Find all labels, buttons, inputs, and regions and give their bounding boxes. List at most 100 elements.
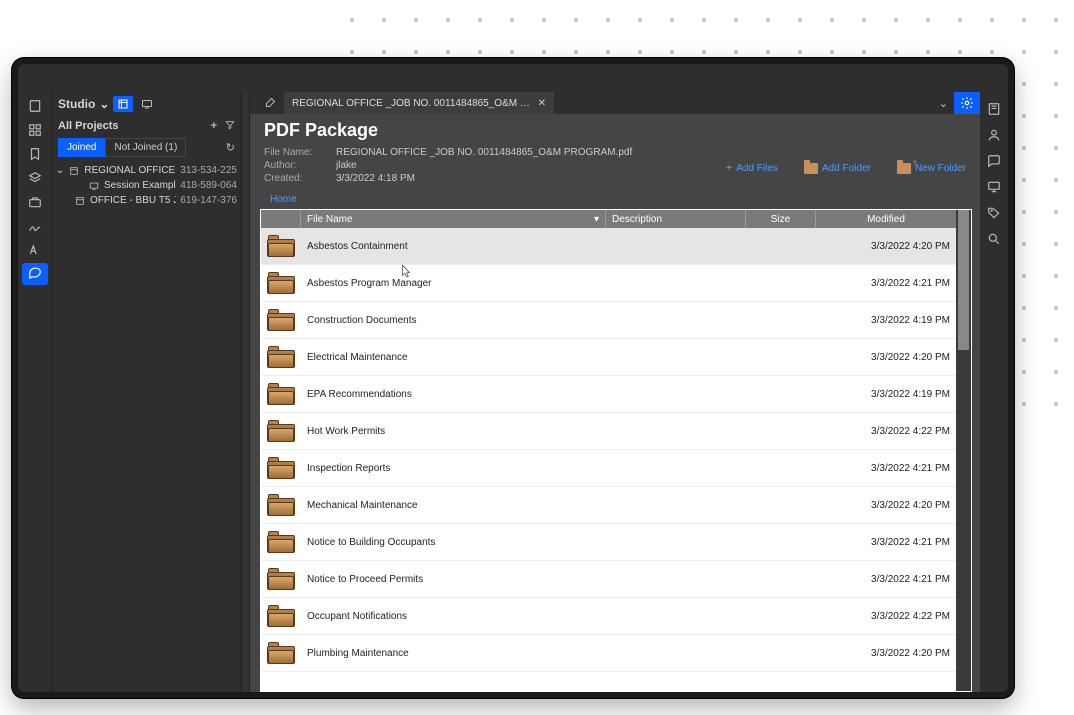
folder-icon xyxy=(267,420,295,442)
signatures-icon[interactable] xyxy=(22,215,48,237)
file-row[interactable]: Hot Work Permits 3/3/2022 4:22 PM xyxy=(261,413,956,450)
author-label: Author: xyxy=(264,160,318,171)
folder-icon xyxy=(267,235,295,257)
projects-mode-icon[interactable] xyxy=(113,96,133,112)
file-row[interactable]: Asbestos Program Manager 3/3/2022 4:21 PM xyxy=(261,265,956,302)
toolchest-icon[interactable] xyxy=(22,191,48,213)
created-label: Created: xyxy=(264,173,318,184)
brush-icon[interactable] xyxy=(256,97,284,109)
header-filename[interactable]: File Name▾ xyxy=(301,210,606,228)
file-modified: 3/3/2022 4:21 PM xyxy=(816,463,956,474)
file-name: Inspection Reports xyxy=(301,463,606,474)
app-window: Studio ⌄ All Projects + Joined Not Joine… xyxy=(12,58,1014,698)
user-icon[interactable] xyxy=(983,124,1005,146)
tag-icon[interactable] xyxy=(983,202,1005,224)
project-tree: ⌄REGIONAL OFFICE TER...313-534-225Sessio… xyxy=(52,159,241,692)
file-modified: 3/3/2022 4:19 PM xyxy=(816,389,956,400)
add-folder-button[interactable]: Add Folder xyxy=(804,163,871,174)
file-modified: 3/3/2022 4:21 PM xyxy=(816,278,956,289)
file-row[interactable]: Notice to Proceed Permits3/3/2022 4:21 P… xyxy=(261,561,956,598)
file-name: Asbestos Containment xyxy=(301,241,606,252)
tree-item[interactable]: ⌄REGIONAL OFFICE TER...313-534-225 xyxy=(52,163,241,178)
studio-icon[interactable] xyxy=(22,263,48,285)
file-name: Notice to Building Occupants xyxy=(301,537,606,548)
page-title: PDF Package xyxy=(264,120,966,141)
file-access-icon[interactable] xyxy=(22,95,48,117)
studio-dropdown[interactable]: Studio ⌄ xyxy=(52,92,241,116)
comment-icon[interactable] xyxy=(983,150,1005,172)
file-list: File Name▾ Description Size Modified Asb… xyxy=(260,209,972,692)
document-tab[interactable]: REGIONAL OFFICE _JOB NO. 0011484865_O&M … xyxy=(284,92,554,114)
file-modified: 3/3/2022 4:19 PM xyxy=(816,315,956,326)
file-name: Hot Work Permits xyxy=(301,426,606,437)
header-description[interactable]: Description xyxy=(606,210,746,228)
search-icon[interactable] xyxy=(983,228,1005,250)
breadcrumb-home[interactable]: Home xyxy=(270,194,297,205)
tree-item[interactable]: Session Example418-589-064 xyxy=(52,178,241,193)
tree-icon xyxy=(88,181,100,191)
file-name: EPA Recommendations xyxy=(301,389,606,400)
sort-caret-icon: ▾ xyxy=(594,214,599,225)
sessions-mode-icon[interactable] xyxy=(137,96,157,112)
header-size[interactable]: Size xyxy=(746,210,816,228)
add-files-button[interactable]: +Add Files xyxy=(726,163,778,174)
scrollbar[interactable] xyxy=(956,210,971,691)
file-row[interactable]: Notice to Building Occupants 3/3/2022 4:2… xyxy=(261,524,956,561)
file-row[interactable]: Electrical Maintenance3/3/2022 4:20 PM xyxy=(261,339,956,376)
tree-code: 313-534-225 xyxy=(180,165,237,176)
created-value: 3/3/2022 4:18 PM xyxy=(336,173,415,184)
thumbnails-icon[interactable] xyxy=(22,119,48,141)
file-row[interactable]: Asbestos Containment3/3/2022 4:20 PM xyxy=(261,228,956,265)
studio-panel: Studio ⌄ All Projects + Joined Not Joine… xyxy=(52,92,242,692)
filter-icon[interactable] xyxy=(225,120,235,132)
screen-icon[interactable] xyxy=(983,176,1005,198)
file-list-header: File Name▾ Description Size Modified xyxy=(261,210,956,228)
folder-icon xyxy=(267,309,295,331)
bookmarks-icon[interactable] xyxy=(22,143,48,165)
new-folder-button[interactable]: New Folder xyxy=(897,163,966,174)
left-icon-rail xyxy=(18,92,52,692)
file-modified: 3/3/2022 4:21 PM xyxy=(816,537,956,548)
refresh-icon[interactable]: ↻ xyxy=(226,141,235,154)
expand-icon[interactable]: ⌄ xyxy=(56,165,64,176)
header-modified[interactable]: Modified xyxy=(816,210,956,228)
filename-value: REGIONAL OFFICE _JOB NO. 0011484865_O&M … xyxy=(336,147,632,158)
file-row[interactable]: Construction Documents3/3/2022 4:19 PM xyxy=(261,302,956,339)
file-row[interactable]: Inspection Reports 3/3/2022 4:21 PM xyxy=(261,450,956,487)
close-icon[interactable]: ✕ xyxy=(538,98,546,109)
plus-icon: + xyxy=(726,163,732,174)
file-row[interactable]: EPA Recommendations 3/3/2022 4:19 PM xyxy=(261,376,956,413)
file-name: Asbestos Program Manager xyxy=(301,278,606,289)
tree-icon xyxy=(68,166,80,176)
scrollbar-thumb[interactable] xyxy=(958,210,969,350)
settings-button[interactable] xyxy=(954,92,980,114)
tree-item[interactable]: OFFICE - BBU T5 Job No...619-147-376 xyxy=(52,193,241,208)
properties-icon[interactable] xyxy=(983,98,1005,120)
file-modified: 3/3/2022 4:22 PM xyxy=(816,426,956,437)
folder-icon xyxy=(267,383,295,405)
panel-title: All Projects xyxy=(58,120,119,132)
tab-overflow-icon[interactable]: ⌄ xyxy=(933,97,954,110)
tree-code: 418-589-064 xyxy=(180,180,237,191)
folder-icon xyxy=(267,494,295,516)
folder-icon xyxy=(267,531,295,553)
add-icon[interactable]: + xyxy=(211,120,217,132)
layers-icon[interactable] xyxy=(22,167,48,189)
file-name: Electrical Maintenance xyxy=(301,352,606,363)
file-row[interactable]: Occupant Notifications3/3/2022 4:22 PM xyxy=(261,598,956,635)
folder-icon xyxy=(804,163,818,174)
file-modified: 3/3/2022 4:21 PM xyxy=(816,574,956,585)
folder-icon xyxy=(267,346,295,368)
file-modified: 3/3/2022 4:20 PM xyxy=(816,500,956,511)
right-icon-rail xyxy=(980,92,1008,692)
chevron-down-icon: ⌄ xyxy=(99,97,109,111)
vertical-ruler xyxy=(242,92,250,692)
header-icon[interactable] xyxy=(261,210,301,228)
tab-joined[interactable]: Joined xyxy=(58,138,105,157)
unknown-icon[interactable] xyxy=(22,239,48,261)
studio-label: Studio xyxy=(58,97,95,111)
tree-code: 619-147-376 xyxy=(180,195,237,206)
file-row[interactable]: Plumbing Maintenance3/3/2022 4:20 PM xyxy=(261,635,956,672)
file-row[interactable]: Mechanical Maintenance3/3/2022 4:20 PM xyxy=(261,487,956,524)
tab-not-joined[interactable]: Not Joined (1) xyxy=(105,138,186,157)
